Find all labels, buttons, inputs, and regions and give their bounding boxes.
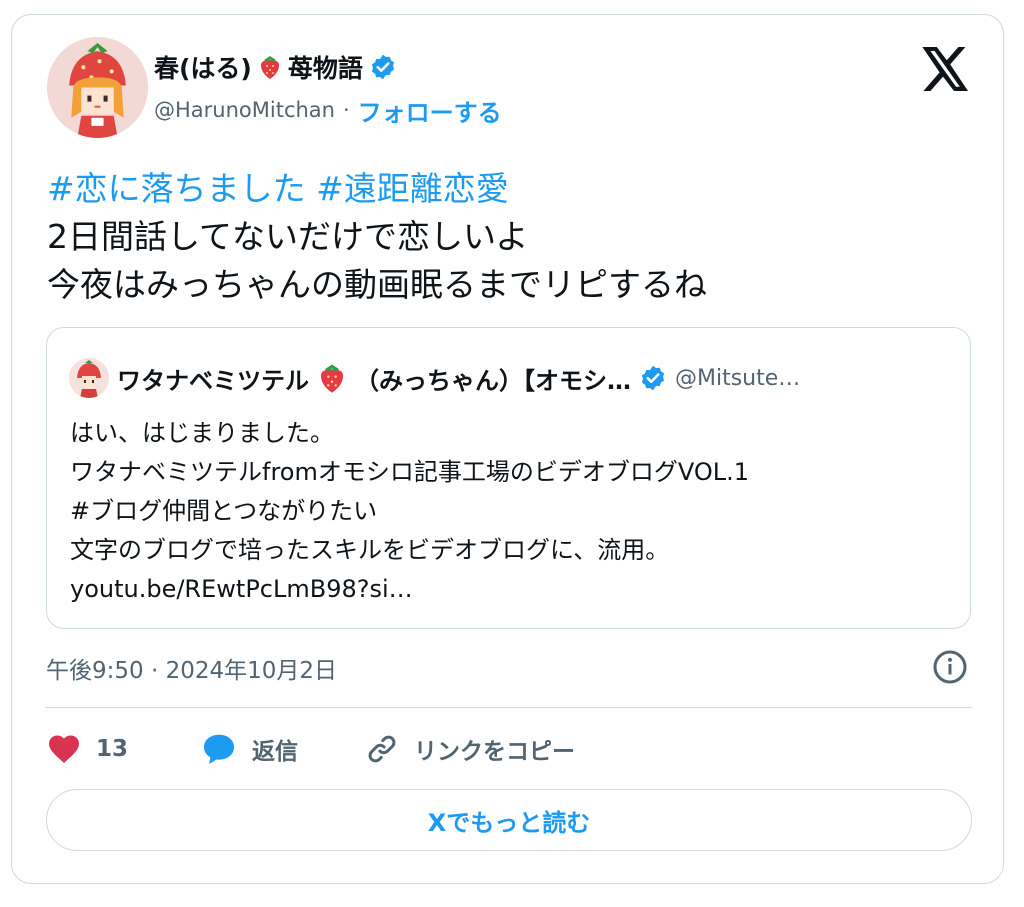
hashtag-link[interactable]: #遠距離恋愛 (316, 169, 509, 208)
quoted-author-handle: @Mitsute… (675, 365, 801, 391)
author-handle-row: @HarunoMitchan · フォローする (154, 93, 502, 127)
x-logo-icon[interactable] (922, 47, 970, 91)
tweet-actions: 13 返信 リンクをコピー (46, 727, 972, 771)
tweet-text-line: 2日間話してないだけで恋しいよ (47, 217, 529, 256)
link-icon (368, 735, 396, 763)
verified-badge-icon (369, 53, 397, 81)
quoted-text-line: ワタナベミツテルfromオモシロ記事工場のビデオブログVOL.1 (70, 458, 750, 486)
divider (46, 707, 972, 708)
author-avatar[interactable] (47, 37, 148, 138)
speech-bubble-icon (203, 734, 235, 765)
heart-icon (49, 735, 79, 763)
reply-label: 返信 (252, 739, 298, 765)
quoted-tweet-body: はい、はじまりました。 ワタナベミツテルfromオモシロ記事工場のビデオブログV… (70, 414, 950, 609)
tweet-timestamp[interactable]: 午後9:50 · 2024年10月2日 (46, 651, 337, 685)
info-icon[interactable] (932, 649, 968, 685)
quoted-author-avatar (69, 358, 109, 398)
author-display-name[interactable]: 春(はる) (154, 49, 252, 85)
copy-link-label: リンクをコピー (414, 739, 575, 765)
copy-link-button[interactable]: リンクをコピー (364, 727, 575, 771)
separator-dot: · (342, 98, 350, 122)
quoted-link: youtu.be/REwtPcLmB98?si… (70, 575, 413, 603)
strawberry-icon (258, 54, 282, 80)
quoted-text-line: #ブログ仲間とつながりたい (70, 497, 378, 525)
quoted-text-line: 文字のブログで培ったスキルをビデオブログに、流用。 (70, 536, 670, 564)
reply-button[interactable]: 返信 (200, 727, 298, 771)
verified-badge-icon (639, 364, 667, 392)
embedded-tweet-card: 春(はる) 苺物語 @HarunoMitchan · フォローする #恋に落ちま… (11, 14, 1004, 884)
quoted-text-line: はい、はじまりました。 (70, 419, 334, 447)
tweet-text: #恋に落ちました #遠距離恋愛 2日間話してないだけで恋しいよ 今夜はみっちゃん… (47, 165, 977, 309)
author-name-row[interactable]: 春(はる) 苺物語 (154, 49, 397, 85)
quoted-tweet[interactable]: ワタナベミツテル （みっちゃん）【オモシ… @Mitsute… はい、はじまりま… (46, 327, 971, 629)
quoted-tweet-header: ワタナベミツテル （みっちゃん）【オモシ… @Mitsute… (69, 358, 949, 398)
quoted-author-name: ワタナベミツテル (117, 366, 309, 395)
author-display-name-suffix[interactable]: 苺物語 (288, 49, 363, 85)
author-handle[interactable]: @HarunoMitchan (154, 98, 335, 122)
follow-button[interactable]: フォローする (358, 93, 502, 128)
tweet-hashtag-line: #恋に落ちました #遠距離恋愛 (47, 165, 977, 213)
like-count: 13 (96, 736, 129, 762)
quoted-author-name-suffix: （みっちゃん）【オモシ… (355, 366, 631, 395)
hashtag-link[interactable]: #恋に落ちました (47, 169, 306, 208)
strawberry-icon (317, 362, 347, 394)
tweet-text-line: 今夜はみっちゃんの動画眠るまでリピするね (47, 265, 707, 304)
read-more-button[interactable]: Xでもっと読む (46, 789, 972, 851)
like-button[interactable]: 13 (46, 727, 128, 771)
